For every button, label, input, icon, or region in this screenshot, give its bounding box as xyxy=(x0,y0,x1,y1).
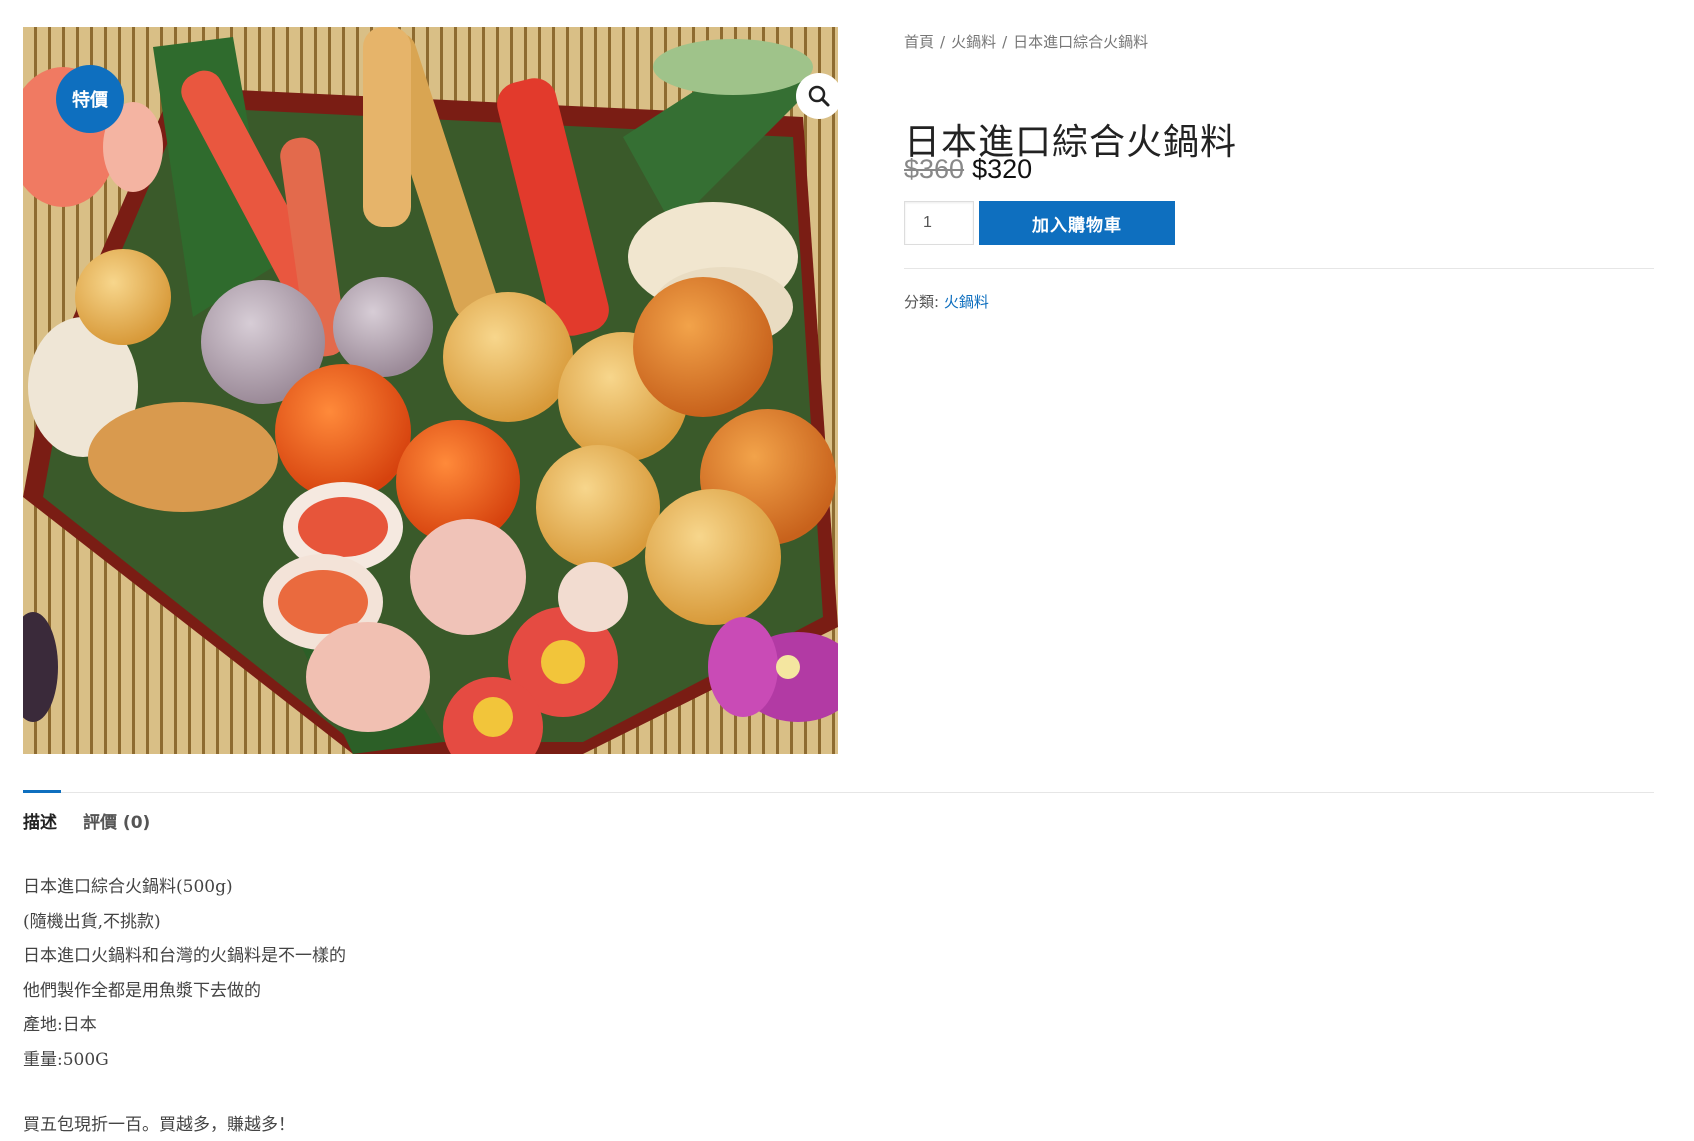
tab-description[interactable]: 描述 xyxy=(23,808,57,833)
divider xyxy=(904,268,1654,269)
breadcrumb-current: 日本進口綜合火鍋料 xyxy=(1013,33,1149,51)
sale-price: $320 xyxy=(972,154,1033,184)
tabs-divider xyxy=(23,792,1654,793)
category-label: 分類: xyxy=(904,293,940,311)
active-tab-indicator xyxy=(23,790,61,793)
breadcrumb-separator: / xyxy=(1002,33,1008,51)
breadcrumb-home[interactable]: 首頁 xyxy=(904,33,934,51)
description-line: 他們製作全都是用魚漿下去做的 xyxy=(23,980,261,1001)
description-line: 產地:日本 xyxy=(23,1015,97,1036)
magnifier-icon xyxy=(808,85,830,107)
category-link[interactable]: 火鍋料 xyxy=(944,293,989,311)
add-to-cart-button[interactable]: 加入購物車 xyxy=(979,201,1175,245)
description-line: 重量:500G xyxy=(23,1049,109,1070)
product-summary: 首頁 / 火鍋料 / 日本進口綜合火鍋料 日本進口綜合火鍋料 $360 $320 加入購… xyxy=(904,30,1654,311)
product-photo xyxy=(23,27,838,754)
sale-badge: 特價 xyxy=(56,65,124,133)
product-tabs: 描述 評價 (0) xyxy=(23,808,176,833)
breadcrumb-separator: / xyxy=(940,33,946,51)
description-line: 日本進口火鍋料和台灣的火鍋料是不一樣的 xyxy=(23,946,346,967)
product-price: $360 $320 xyxy=(904,154,1032,185)
product-image[interactable]: 特價 xyxy=(23,27,838,754)
breadcrumb-category[interactable]: 火鍋料 xyxy=(951,33,996,51)
add-to-cart-form: 加入購物車 xyxy=(904,201,1175,245)
zoom-button[interactable] xyxy=(796,73,838,119)
original-price: $360 xyxy=(904,154,965,184)
tab-reviews[interactable]: 評價 (0) xyxy=(83,808,150,833)
product-meta: 分類: 火鍋料 xyxy=(904,291,989,312)
description-line: 日本進口綜合火鍋料(500g) xyxy=(23,877,233,897)
breadcrumb: 首頁 / 火鍋料 / 日本進口綜合火鍋料 xyxy=(904,30,1654,54)
description-line: (隨機出貨,不挑款) xyxy=(23,911,161,932)
product-description: 日本進口綜合火鍋料(500g) (隨機出貨,不挑款) 日本進口火鍋料和台灣的火鍋… xyxy=(23,870,346,1141)
quantity-input[interactable] xyxy=(904,201,974,245)
promo-text: 買五包現折一百。買越多，賺越多！ xyxy=(23,1114,295,1135)
